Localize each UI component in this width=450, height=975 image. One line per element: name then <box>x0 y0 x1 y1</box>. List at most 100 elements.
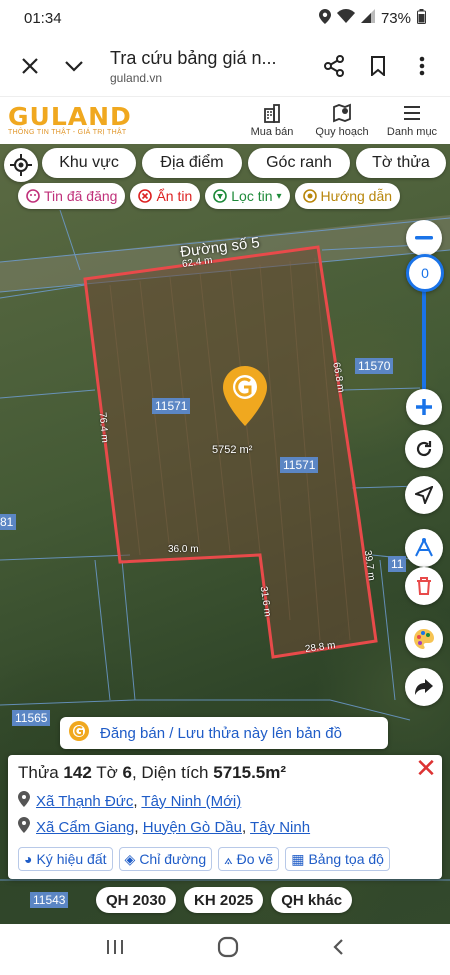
filter-icon <box>213 189 228 203</box>
header-nav: Mua bán Quy hoạch Danh mục <box>240 103 450 138</box>
status-bar: 01:34 73% <box>0 0 450 36</box>
wifi-icon <box>336 9 355 27</box>
battery-label: 73% <box>380 9 411 27</box>
qh2030-button[interactable]: QH 2030 <box>96 887 177 913</box>
plot-label-bottom: 11543 <box>30 892 69 908</box>
system-nav-bar <box>0 924 450 975</box>
bang-toa-do-button[interactable]: ▦ Bảng tọa độ <box>285 847 390 871</box>
address-pin-icon <box>18 791 30 811</box>
plot-label-sw: 11565 <box>12 710 51 726</box>
ky-hieu-dat-label: Ký hiệu đất <box>36 851 107 867</box>
banner-text: Đăng bán / Lưu thửa này lên bản đồ <box>100 724 342 742</box>
nav-quy-hoach-label: Quy hoạch <box>315 126 369 138</box>
smile-icon <box>26 189 40 203</box>
help-icon <box>302 189 317 203</box>
chip-loc-tin[interactable]: Lọc tin ▾ <box>205 183 290 209</box>
ky-hieu-dat-button[interactable]: ◕ Ký hiệu đất <box>18 847 113 871</box>
logo-tagline: THÔNG TIN THẬT - GIÁ TRỊ THẬT <box>8 129 127 136</box>
plot-summary: Thửa 142 Tờ 6, Diện tích 5715.5m² <box>18 763 432 783</box>
chip-an-tin[interactable]: Ẩn tin <box>130 183 201 209</box>
chip-huong-dan[interactable]: Hướng dẫn <box>294 183 401 209</box>
chip-dia-diem[interactable]: Địa điểm <box>142 148 242 178</box>
guland-logo[interactable]: GULAND THÔNG TIN THẬT - GIÁ TRỊ THẬT <box>0 104 240 136</box>
addr2-tinh-link[interactable]: Tây Ninh <box>250 819 310 836</box>
zoom-out-icon[interactable] <box>406 220 442 256</box>
filter-row-main: Khu vực Địa điểm Góc ranh Tờ thửa <box>0 148 450 182</box>
addr2-huyen-link[interactable]: Huyện Gò Dầu <box>143 819 242 836</box>
nav-mua-ban[interactable]: Mua bán <box>240 103 304 138</box>
thua-number: 142 <box>63 763 92 782</box>
location-pin-icon[interactable] <box>223 366 267 426</box>
chevron-down-icon[interactable] <box>52 44 96 88</box>
signal-icon <box>360 9 375 27</box>
recents-icon[interactable] <box>106 938 124 961</box>
x-circle-icon <box>138 189 153 203</box>
close-icon[interactable] <box>8 44 52 88</box>
address-row-2: Xã Cẩm Giang, Huyện Gò Dầu, Tây Ninh <box>18 817 432 837</box>
chi-duong-label: Chỉ đường <box>139 851 207 867</box>
map-pin-icon <box>333 103 351 123</box>
zoom-in-icon[interactable] <box>406 389 442 425</box>
direction-icon: ◈ <box>124 850 136 867</box>
table-icon: ▦ <box>291 850 305 867</box>
do-ve-button[interactable]: ⟑ Đo vẽ <box>218 847 280 871</box>
kh2025-button[interactable]: KH 2025 <box>184 887 264 913</box>
qh-khac-button[interactable]: QH khác <box>271 887 353 913</box>
addr1-xa-link[interactable]: Xã Thạnh Đức <box>36 793 133 810</box>
nav-danh-muc-label: Danh mục <box>386 126 438 138</box>
to-label: Tờ <box>96 763 118 782</box>
measure-icon[interactable] <box>405 529 443 567</box>
home-icon[interactable] <box>217 936 239 963</box>
do-ve-label: Đo vẽ <box>236 851 274 867</box>
plot-label-right-edge: 11 <box>388 556 407 572</box>
nav-quy-hoach[interactable]: Quy hoạch <box>310 103 374 138</box>
filter-row-secondary: Tin đã đăng Ẩn tin Lọc tin ▾ Hướng dẫn <box>18 183 401 209</box>
palette-small-icon: ◕ <box>24 851 33 867</box>
zoom-level-indicator[interactable]: 0 <box>406 254 444 292</box>
page-url: guland.vn <box>110 70 163 85</box>
post-listing-banner[interactable]: Đăng bán / Lưu thửa này lên bản đồ <box>60 717 388 749</box>
chip-to-thua[interactable]: Tờ thửa <box>356 148 446 178</box>
chip-tin-da-dang[interactable]: Tin đã đăng <box>18 183 126 209</box>
chip-an-tin-label: Ẩn tin <box>156 188 193 204</box>
share-icon[interactable] <box>312 44 356 88</box>
bookmark-icon[interactable] <box>356 44 400 88</box>
chip-khu-vuc[interactable]: Khu vực <box>42 148 136 178</box>
browser-title-block[interactable]: Tra cứu bảng giá n... guland.vn <box>96 48 312 85</box>
refresh-icon[interactable] <box>405 430 443 468</box>
chip-tin-da-dang-label: Tin đã đăng <box>44 188 118 204</box>
status-icons: 73% <box>318 8 426 28</box>
chi-duong-button[interactable]: ◈ Chỉ đường <box>118 847 213 871</box>
close-panel-icon[interactable]: ✕ <box>414 755 438 781</box>
more-vert-icon[interactable] <box>400 44 444 88</box>
dien-tich-value: 5715.5m² <box>213 763 287 782</box>
dim-notch-h: 36.0 m <box>168 544 199 555</box>
status-time: 01:34 <box>24 9 62 27</box>
thua-label: Thửa <box>18 763 59 782</box>
back-icon[interactable] <box>332 938 344 961</box>
plot-label-east: 11570 <box>355 358 394 374</box>
addr1-tinh-link[interactable]: Tây Ninh (Mới) <box>141 793 241 810</box>
address-pin-icon <box>18 817 30 837</box>
share-arrow-icon[interactable] <box>405 668 443 706</box>
measure-small-icon: ⟑ <box>224 850 233 867</box>
menu-icon <box>404 106 420 120</box>
guland-pin-icon <box>68 720 90 746</box>
plot-label-main-b: 11571 <box>280 457 319 473</box>
plot-info-panel: Thửa 142 Tờ 6, Diện tích 5715.5m² ✕ Xã T… <box>8 755 442 879</box>
locate-icon[interactable] <box>4 148 38 182</box>
nav-mua-ban-label: Mua bán <box>250 126 294 138</box>
addr2-xa-link[interactable]: Xã Cẩm Giang <box>36 819 134 836</box>
address-row-1: Xã Thạnh Đức, Tây Ninh (Mới) <box>18 791 432 811</box>
chip-goc-ranh[interactable]: Góc ranh <box>248 148 350 178</box>
page-title: Tra cứu bảng giá n... <box>110 47 277 68</box>
area-label: 5752 m² <box>212 444 253 456</box>
nav-danh-muc[interactable]: Danh mục <box>380 103 444 138</box>
navigate-icon[interactable] <box>405 476 443 514</box>
battery-icon <box>417 8 426 28</box>
app-header: GULAND THÔNG TIN THẬT - GIÁ TRỊ THẬT Mua… <box>0 96 450 144</box>
to-number: 6 <box>122 763 132 782</box>
palette-icon[interactable] <box>405 620 443 658</box>
plot-tools: ◕ Ký hiệu đất ◈ Chỉ đường ⟑ Đo vẽ ▦ Bảng… <box>18 847 432 871</box>
trash-icon[interactable] <box>405 567 443 605</box>
